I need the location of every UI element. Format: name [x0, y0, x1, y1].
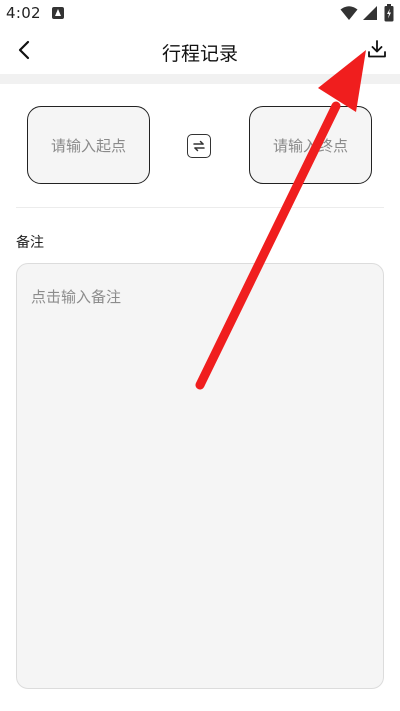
download-button[interactable] [364, 36, 390, 62]
swap-locations-button[interactable] [187, 134, 211, 158]
status-time: 4:02 [6, 4, 41, 22]
section-divider [16, 207, 384, 208]
remark-label: 备注 [16, 235, 44, 251]
swap-arrows-icon [193, 140, 205, 152]
page-title: 行程记录 [161, 43, 238, 65]
remark-textarea[interactable] [16, 263, 384, 689]
start-location-input[interactable]: 请输入起点 [27, 106, 150, 184]
header-divider [0, 74, 400, 84]
download-icon [368, 40, 386, 58]
app-notification-icon [52, 7, 64, 19]
wifi-icon [340, 6, 358, 20]
top-bar: 行程记录 [0, 28, 400, 74]
signal-icon [363, 6, 377, 20]
screen: 4:02 行程记录 请输入起点 请输入终点 备注 点击输入备注 [0, 0, 400, 711]
end-location-placeholder: 请输入终点 [272, 136, 348, 155]
battery-icon [384, 4, 394, 22]
end-location-input[interactable]: 请输入终点 [249, 106, 372, 184]
status-bar: 4:02 [0, 0, 400, 28]
start-location-placeholder: 请输入起点 [50, 136, 126, 155]
